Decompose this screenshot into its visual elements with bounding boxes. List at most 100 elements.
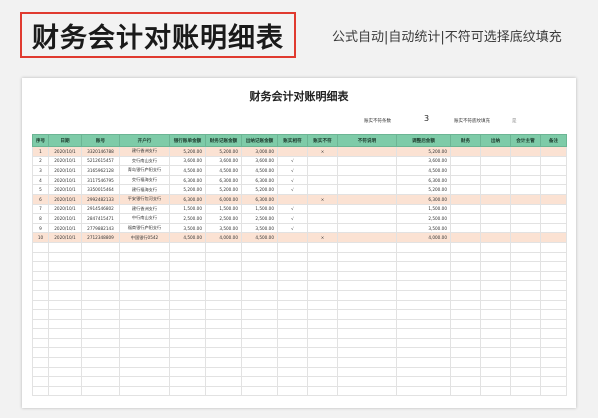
cell-empty[interactable] [510,318,541,330]
table-row[interactable]: 4 2020/10/1 3117546795 交行福海支行 6,300.00 6,300.… [32,174,567,186]
cell-mismatch[interactable] [307,165,338,176]
cell-empty[interactable] [277,309,308,320]
cell-empty[interactable] [119,299,170,311]
cell-empty[interactable] [169,328,206,339]
cell-empty[interactable] [169,241,206,253]
cell-empty[interactable] [81,309,120,320]
cell-empty[interactable] [540,203,567,215]
cell-empty[interactable] [337,347,397,359]
column-header[interactable]: 出纳记账金额 [241,134,278,147]
cell-empty[interactable] [540,347,567,359]
cell-account[interactable]: 2847415471 [81,213,120,224]
cell-empty[interactable] [119,366,170,378]
cell-empty[interactable] [241,376,278,387]
cell-empty[interactable] [540,155,567,167]
cell-fin-amt[interactable]: 3,500.00 [205,222,242,234]
cell-mismatch[interactable] [307,213,338,224]
cell-empty[interactable] [510,232,541,243]
cell-no[interactable]: 6 [32,193,49,205]
column-header[interactable]: 开户行 [119,134,170,147]
cell-empty[interactable] [480,347,511,359]
cell-empty[interactable] [540,193,567,205]
cell-adjusted[interactable]: 3,600.00 [396,155,451,167]
cell-empty[interactable] [81,289,120,301]
cell-bank[interactable]: 福商银行庐阳支行 [119,222,170,234]
cell-cash-amt[interactable]: 5,200.00 [241,184,278,195]
cell-empty[interactable] [48,299,82,311]
cell-no[interactable]: 9 [32,222,49,234]
cell-bank[interactable]: 建行福海支行 [119,184,170,195]
cell-empty[interactable] [277,318,308,330]
table-row[interactable]: 3 2020/10/1 3165962128 青岛银行庐阳支行 4,500.00 4,50… [32,165,567,176]
cell-note[interactable] [337,232,397,243]
cell-bank-amt[interactable]: 3,500.00 [169,222,206,234]
empty-row[interactable] [32,366,567,378]
cell-empty[interactable] [450,184,481,195]
cell-bank[interactable]: 中国银行0542 [119,232,170,243]
cell-note[interactable] [337,165,397,176]
cell-empty[interactable] [396,270,451,282]
cell-empty[interactable] [337,318,397,330]
cell-empty[interactable] [450,222,481,234]
cell-account[interactable]: 3320146788 [81,146,120,157]
cell-empty[interactable] [205,309,242,320]
cell-empty[interactable] [337,261,397,272]
cell-empty[interactable] [396,385,451,397]
cell-empty[interactable] [337,299,397,311]
cell-empty[interactable] [540,213,567,224]
cell-empty[interactable] [81,347,120,359]
cell-empty[interactable] [480,289,511,301]
cell-empty[interactable] [277,241,308,253]
cell-empty[interactable] [396,299,451,311]
cell-empty[interactable] [337,241,397,253]
cell-empty[interactable] [48,241,82,253]
cell-empty[interactable] [241,309,278,320]
cell-empty[interactable] [205,347,242,359]
cell-empty[interactable] [540,357,567,368]
cell-empty[interactable] [277,280,308,291]
cell-match[interactable] [277,232,308,243]
table-row[interactable]: 2 2020/10/1 5212615457 交行南山支行 3,600.00 3,600.… [32,155,567,167]
cell-empty[interactable] [277,328,308,339]
cell-empty[interactable] [307,328,338,339]
cell-match[interactable]: √ [277,174,308,186]
cell-empty[interactable] [450,261,481,272]
cell-empty[interactable] [337,337,397,349]
cell-empty[interactable] [169,385,206,397]
cell-empty[interactable] [450,203,481,215]
cell-empty[interactable] [480,261,511,272]
column-header[interactable]: 备注 [540,134,567,147]
cell-empty[interactable] [450,337,481,349]
cell-cash-amt[interactable]: 6,300.00 [241,193,278,205]
cell-empty[interactable] [169,299,206,311]
cell-empty[interactable] [510,357,541,368]
cell-empty[interactable] [540,328,567,339]
cell-bank[interactable]: 建行香洲支行 [119,146,170,157]
cell-account[interactable]: 2712348809 [81,232,120,243]
cell-date[interactable]: 2020/10/1 [48,222,82,234]
cell-bank-amt[interactable]: 2,500.00 [169,213,206,224]
cell-empty[interactable] [480,337,511,349]
cell-empty[interactable] [337,376,397,387]
cell-no[interactable]: 2 [32,155,49,167]
cell-note[interactable] [337,193,397,205]
cell-empty[interactable] [450,213,481,224]
cell-empty[interactable] [510,261,541,272]
mismatch-count-value[interactable]: 3 [424,114,429,123]
cell-empty[interactable] [241,337,278,349]
cell-bank[interactable]: 青岛银行庐阳支行 [119,165,170,176]
column-header[interactable]: 账实相符 [277,134,308,147]
cell-empty[interactable] [32,309,49,320]
cell-empty[interactable] [32,261,49,272]
cell-empty[interactable] [169,376,206,387]
cell-adjusted[interactable]: 4,000.00 [396,232,451,243]
cell-empty[interactable] [510,241,541,253]
cell-note[interactable] [337,213,397,224]
cell-match[interactable] [277,193,308,205]
cell-empty[interactable] [205,385,242,397]
cell-no[interactable]: 1 [32,146,49,157]
cell-empty[interactable] [307,309,338,320]
cell-empty[interactable] [510,299,541,311]
cell-empty[interactable] [32,299,49,311]
cell-empty[interactable] [450,146,481,157]
